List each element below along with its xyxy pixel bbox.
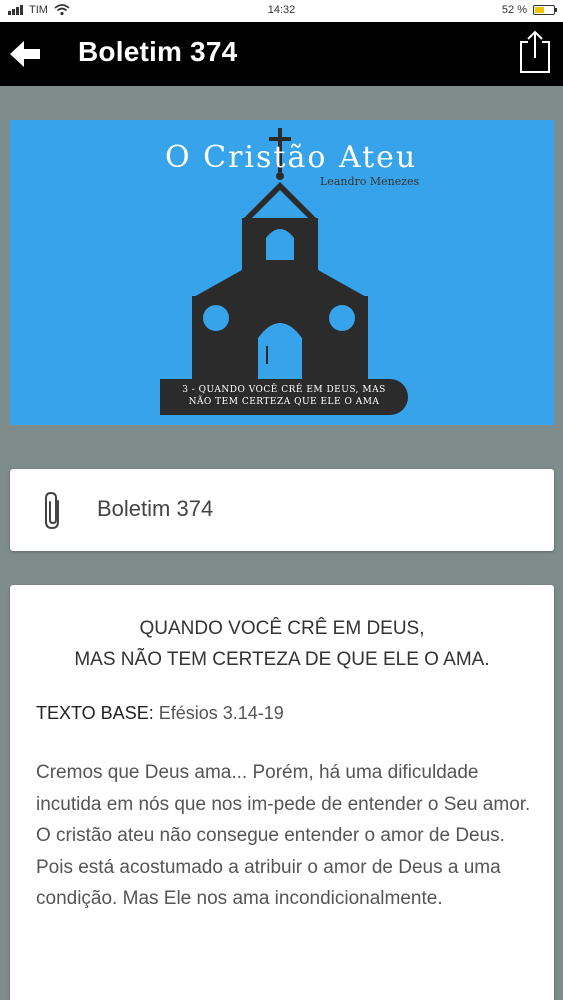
status-time: 14:32	[267, 4, 296, 16]
paragraph-2: O cristão ateu não consegue entender o a…	[36, 825, 505, 909]
banner-image: O Cristão Ateu Leandro Menezes 3 - QUAND…	[10, 120, 554, 425]
texto-base-label: TEXTO BASE:	[36, 703, 154, 723]
texto-base: TEXTO BASE: Efésios 3.14-19	[36, 703, 284, 724]
share-icon	[520, 30, 550, 73]
status-bar: TIM 14:32 52 %	[0, 0, 563, 22]
banner-author: Leandro Menezes	[320, 175, 420, 188]
battery-icon	[533, 5, 557, 15]
content-heading: QUANDO VOCÊ CRÊ EM DEUS, MAS NÃO TEM CER…	[10, 613, 554, 675]
status-right: 52 %	[501, 4, 557, 16]
back-button[interactable]	[6, 34, 46, 74]
battery-fill	[535, 7, 545, 13]
share-button[interactable]	[515, 28, 555, 76]
app-bar: Boletim 374	[0, 22, 563, 86]
body-text: Cremos que Deus ama... Porém, há uma dif…	[36, 757, 536, 915]
page-title: Boletim 374	[78, 36, 238, 67]
paragraph-1: Cremos que Deus ama... Porém, há uma dif…	[36, 762, 531, 815]
paperclip-icon	[45, 491, 59, 530]
back-arrow-icon	[10, 41, 40, 67]
content-card: QUANDO VOCÊ CRÊ EM DEUS, MAS NÃO TEM CER…	[10, 585, 554, 1000]
ribbon-line-1: 3 - QUANDO VOCÊ CRÊ EM DEUS, MAS	[182, 385, 386, 395]
texto-base-ref: Efésios 3.14-19	[158, 703, 284, 723]
battery-percent: 52 %	[501, 4, 527, 16]
banner-title: O Cristão Ateu	[165, 140, 418, 175]
attachment-label: Boletim 374	[97, 496, 214, 521]
ribbon-line-2: NÃO TEM CERTEZA QUE ELE O AMA	[188, 397, 380, 407]
heading-line-2: MAS NÃO TEM CERTEZA DE QUE ELE O AMA.	[74, 649, 490, 670]
banner-ribbon: 3 - QUANDO VOCÊ CRÊ EM DEUS, MAS NÃO TEM…	[160, 379, 408, 415]
heading-line-1: QUANDO VOCÊ CRÊ EM DEUS,	[139, 618, 425, 639]
attachment-card[interactable]: Boletim 374	[10, 469, 554, 551]
